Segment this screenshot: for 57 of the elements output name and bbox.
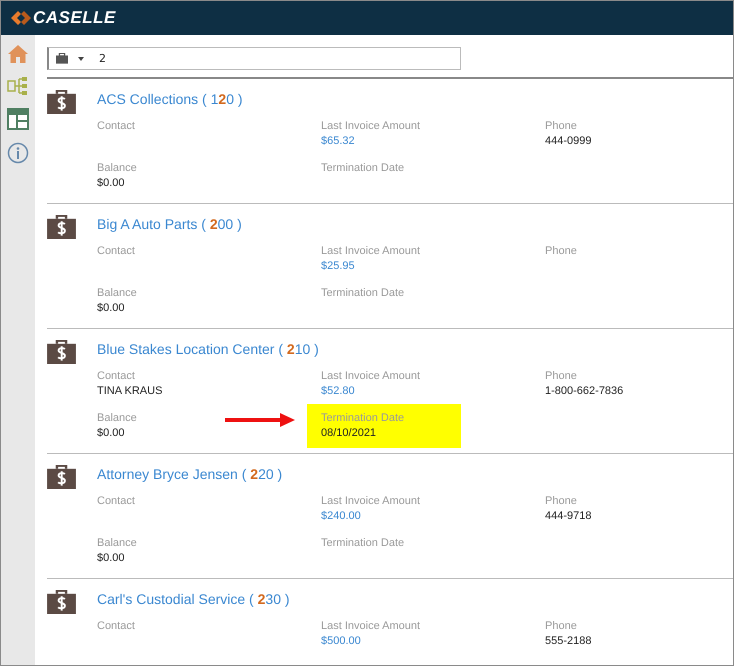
amount-link[interactable]: $52.80 — [321, 385, 545, 397]
field-value: $0.00 — [97, 552, 126, 564]
field-label: Balance — [97, 412, 138, 424]
field-label: Termination Date — [321, 412, 406, 424]
field-value: 08/10/2021 — [321, 427, 378, 439]
field-label: Balance — [97, 537, 138, 549]
dropdown-caret-icon[interactable] — [78, 56, 84, 60]
field-label: Phone — [545, 620, 578, 632]
briefcase-dollar-icon — [47, 339, 76, 364]
field-label: Contact — [97, 495, 136, 507]
briefcase-icon — [56, 53, 68, 64]
field-value: $0.00 — [97, 427, 126, 439]
field-label: Last Invoice Amount — [321, 495, 422, 507]
field-label: Termination Date — [321, 162, 406, 174]
field-label: Contact — [97, 370, 136, 382]
tree-icon[interactable] — [7, 76, 29, 96]
briefcase-dollar-icon — [47, 89, 76, 114]
amount-link[interactable]: $65.32 — [321, 135, 545, 147]
field-label: Contact — [97, 245, 136, 257]
amount-link[interactable]: $25.95 — [321, 260, 545, 272]
amount-link[interactable]: $500.00 — [321, 635, 545, 647]
field-value: $0.00 — [97, 302, 126, 314]
field-label: Last Invoice Amount — [321, 620, 422, 632]
field-label: Balance — [97, 162, 138, 174]
logo-icon — [11, 10, 31, 26]
field-label: Balance — [97, 287, 138, 299]
vendor-title-link[interactable]: Big A Auto Parts ( 200 ) — [97, 216, 242, 232]
field-value: $0.00 — [97, 177, 126, 189]
field-label: Phone — [545, 120, 578, 132]
vendor-title-link[interactable]: ACS Collections ( 120 ) — [97, 91, 243, 107]
briefcase-dollar-icon — [47, 464, 76, 489]
info-icon[interactable] — [7, 142, 29, 164]
field-value: 444-0999 — [545, 135, 592, 147]
field-label: Phone — [545, 245, 578, 257]
search-field[interactable]: 2 — [47, 47, 461, 70]
vendor-title-link[interactable]: Attorney Bryce Jensen ( 220 ) — [97, 466, 282, 482]
field-label: Phone — [545, 370, 578, 382]
vendor-title-link[interactable]: Carl's Custodial Service ( 230 ) — [97, 591, 290, 607]
field-value: 1-800-662-7836 — [545, 385, 624, 397]
field-value: 555-2188 — [545, 635, 592, 647]
logo-text: CASELLE — [33, 8, 116, 28]
field-label: Last Invoice Amount — [321, 245, 422, 257]
field-label: Contact — [97, 620, 136, 632]
field-value: 444-9718 — [545, 510, 592, 522]
field-value: TINA KRAUS — [97, 385, 164, 397]
home-icon[interactable] — [7, 44, 29, 64]
field-label: Termination Date — [321, 537, 406, 549]
briefcase-dollar-icon — [47, 214, 76, 239]
field-label: Termination Date — [321, 287, 406, 299]
field-label: Last Invoice Amount — [321, 370, 422, 382]
briefcase-dollar-icon — [47, 589, 76, 614]
field-label: Contact — [97, 120, 136, 132]
layout-icon[interactable] — [7, 108, 29, 130]
field-label: Phone — [545, 495, 578, 507]
field-label: Last Invoice Amount — [321, 120, 422, 132]
amount-link[interactable]: $240.00 — [321, 510, 545, 522]
vendor-title-link[interactable]: Blue Stakes Location Center ( 210 ) — [97, 341, 319, 357]
